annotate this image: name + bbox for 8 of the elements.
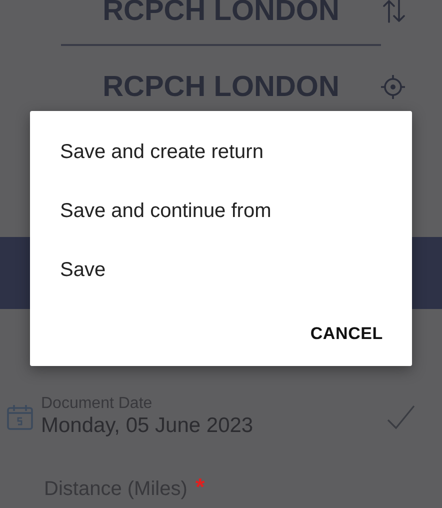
cancel-button[interactable]: CANCEL xyxy=(302,316,391,352)
dialog-option[interactable]: Save and continue from xyxy=(30,182,412,241)
dialog-option[interactable]: Save and create return xyxy=(30,123,412,182)
dialog-option[interactable]: Save xyxy=(30,241,412,300)
swap-icon[interactable] xyxy=(382,0,406,24)
locate-icon[interactable] xyxy=(380,74,406,100)
required-mark: * xyxy=(195,477,205,499)
calendar-icon xyxy=(6,403,34,431)
